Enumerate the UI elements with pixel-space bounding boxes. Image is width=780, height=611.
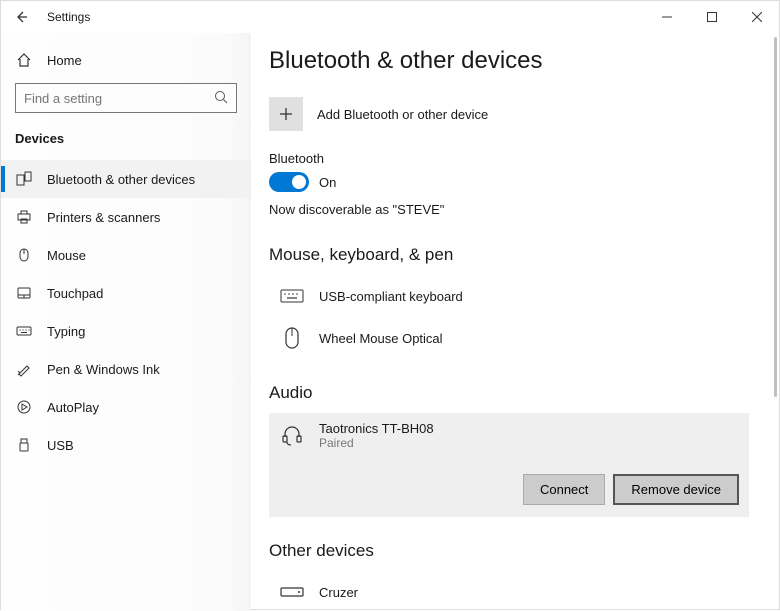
usb-icon	[15, 436, 33, 454]
device-name: Cruzer	[319, 585, 358, 600]
section-other-heading: Other devices	[269, 541, 749, 561]
nav-label: Typing	[47, 324, 85, 339]
search-box[interactable]	[15, 83, 237, 113]
section-mouse-keyboard-heading: Mouse, keyboard, & pen	[269, 245, 749, 265]
typing-icon	[15, 322, 33, 340]
window-title: Settings	[47, 10, 90, 24]
headset-icon	[279, 423, 305, 449]
nav-pen[interactable]: Pen & Windows Ink	[1, 350, 251, 388]
section-audio-heading: Audio	[269, 383, 749, 403]
home-label: Home	[47, 53, 82, 68]
maximize-button[interactable]	[689, 1, 734, 33]
device-row-cruzer[interactable]: Cruzer	[269, 571, 749, 611]
nav-label: AutoPlay	[47, 400, 99, 415]
sidebar: Home Devices Bluetooth & other devices P…	[1, 33, 251, 611]
title-bar: Settings	[1, 1, 779, 33]
search-input[interactable]	[24, 91, 214, 106]
search-icon	[214, 90, 228, 107]
device-name: Taotronics TT-BH08	[319, 421, 434, 436]
device-row-mouse[interactable]: Wheel Mouse Optical	[269, 317, 749, 359]
bluetooth-label: Bluetooth	[269, 151, 749, 166]
touchpad-icon	[15, 284, 33, 302]
home-nav[interactable]: Home	[1, 41, 251, 79]
printer-icon	[15, 208, 33, 226]
nav-list: Bluetooth & other devices Printers & sca…	[1, 160, 251, 464]
nav-usb[interactable]: USB	[1, 426, 251, 464]
mouse-icon	[15, 246, 33, 264]
pen-icon	[15, 360, 33, 378]
content-pane: Bluetooth & other devices Add Bluetooth …	[251, 33, 779, 611]
close-button[interactable]	[734, 1, 779, 33]
sidebar-section-label: Devices	[1, 125, 251, 160]
nav-touchpad[interactable]: Touchpad	[1, 274, 251, 312]
mouse-device-icon	[279, 325, 305, 351]
bluetooth-toggle[interactable]	[269, 172, 309, 192]
minimize-button[interactable]	[644, 1, 689, 33]
page-title: Bluetooth & other devices	[269, 47, 749, 75]
window-controls	[644, 1, 779, 33]
bluetooth-devices-icon	[15, 170, 33, 188]
drive-icon	[279, 579, 305, 605]
plus-icon	[269, 97, 303, 131]
nav-label: Pen & Windows Ink	[47, 362, 160, 377]
device-row-headset[interactable]: Taotronics TT-BH08 Paired Connect Remove…	[269, 413, 749, 517]
nav-autoplay[interactable]: AutoPlay	[1, 388, 251, 426]
nav-label: Mouse	[47, 248, 86, 263]
back-button[interactable]	[9, 5, 33, 29]
nav-printers[interactable]: Printers & scanners	[1, 198, 251, 236]
device-name: USB-compliant keyboard	[319, 289, 463, 304]
remove-device-button[interactable]: Remove device	[613, 474, 739, 505]
autoplay-icon	[15, 398, 33, 416]
add-device-label: Add Bluetooth or other device	[317, 107, 488, 122]
keyboard-icon	[279, 283, 305, 309]
nav-label: USB	[47, 438, 74, 453]
connect-button[interactable]: Connect	[523, 474, 605, 505]
nav-label: Bluetooth & other devices	[47, 172, 195, 187]
toggle-state-label: On	[319, 175, 336, 190]
home-icon	[15, 51, 33, 69]
add-device-button[interactable]: Add Bluetooth or other device	[269, 97, 749, 131]
discoverable-text: Now discoverable as "STEVE"	[269, 202, 749, 217]
device-row-keyboard[interactable]: USB-compliant keyboard	[269, 275, 749, 317]
device-name: Wheel Mouse Optical	[319, 331, 443, 346]
nav-mouse[interactable]: Mouse	[1, 236, 251, 274]
nav-label: Touchpad	[47, 286, 103, 301]
nav-typing[interactable]: Typing	[1, 312, 251, 350]
nav-bluetooth-devices[interactable]: Bluetooth & other devices	[1, 160, 251, 198]
nav-label: Printers & scanners	[47, 210, 160, 225]
device-status: Paired	[319, 436, 434, 450]
scrollbar[interactable]	[774, 37, 777, 397]
